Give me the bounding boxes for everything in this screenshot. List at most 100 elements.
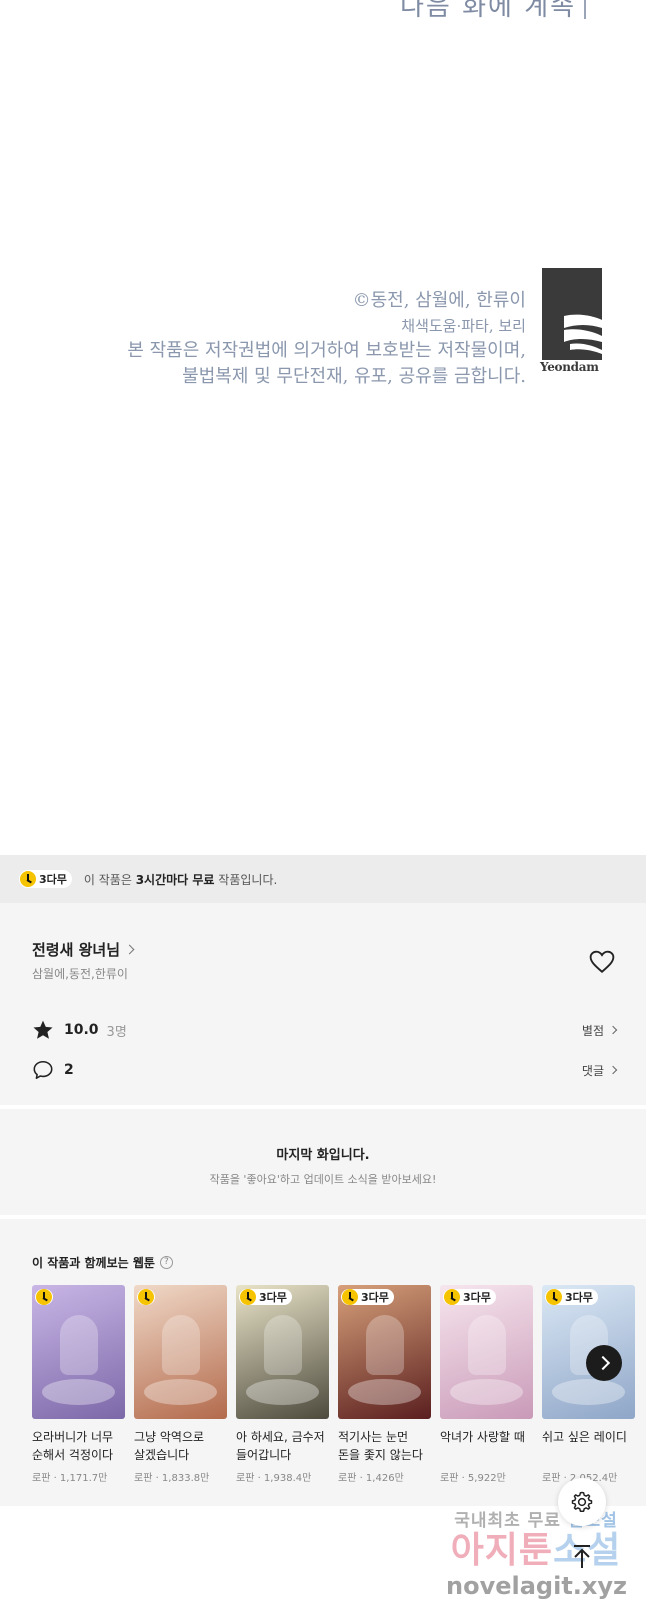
legal-notice-line2: 불법복제 및 무단전재, 유포, 공유를 금합니다. bbox=[182, 366, 526, 387]
recommendation-meta: 로판 · 1,171.7만 bbox=[32, 1473, 108, 1484]
comic-panel: 다음 화에 계속 ©동전, 삼월에, 한류이 채색도움·파타, 보리 본 작품은… bbox=[0, 0, 646, 855]
comment-count: 2 bbox=[64, 1062, 74, 1078]
work-title-link[interactable]: 전령새 왕녀님 bbox=[32, 939, 135, 960]
recommendation-card[interactable]: 그냥 악역으로 살겠습니다로판 · 1,833.8만 bbox=[134, 1285, 227, 1484]
rating-link-label[interactable]: 별점 bbox=[582, 1022, 604, 1039]
comment-row: 2 댓글 bbox=[32, 1057, 618, 1083]
comment-link[interactable]: 댓글 bbox=[582, 1062, 618, 1079]
cover-figure bbox=[162, 1315, 200, 1375]
chevron-right-icon bbox=[608, 1025, 618, 1035]
wait-free-badge bbox=[35, 1289, 53, 1305]
recommendation-title[interactable]: 오라버니가 너무 순해서 걱정이다 bbox=[32, 1428, 125, 1464]
cover-title-art bbox=[450, 1379, 523, 1405]
recommendation-thumbnail[interactable] bbox=[134, 1285, 227, 1419]
cover-title-art bbox=[552, 1379, 625, 1405]
cover-figure bbox=[264, 1315, 302, 1375]
carousel-next-button[interactable] bbox=[586, 1345, 622, 1381]
star-icon bbox=[33, 1020, 53, 1039]
cover-figure bbox=[468, 1315, 506, 1375]
clock-icon bbox=[342, 1289, 358, 1305]
recommendation-meta: 로판 · 1,833.8만 bbox=[134, 1473, 210, 1484]
comment-bubble-icon bbox=[33, 1060, 53, 1080]
recommendation-thumbnail[interactable]: 3다무 bbox=[338, 1285, 431, 1419]
last-episode-notice: 마지막 화입니다. 작품을 '좋아요'하고 업데이트 소식을 받아보세요! bbox=[0, 1109, 646, 1215]
cover-title-art bbox=[348, 1379, 421, 1405]
credits: ©동전, 삼월에, 한류이 채색도움·파타, 보리 본 작품은 저작권법에 의거… bbox=[127, 288, 526, 390]
heart-outline-icon[interactable] bbox=[589, 950, 615, 974]
publisher-logo: Yeondam bbox=[540, 268, 602, 378]
recommendation-thumbnail[interactable]: 3다무 bbox=[236, 1285, 329, 1419]
recommendation-card[interactable]: 3다무 쉬고 싶은 레이디 로판 · 2,052.4만 bbox=[542, 1285, 635, 1484]
gear-icon bbox=[571, 1491, 593, 1512]
wait-free-badge: 3다무 bbox=[341, 1289, 394, 1305]
recommendation-title[interactable]: 쉬고 싶은 레이디 bbox=[542, 1428, 635, 1464]
recommendation-meta: 로판 · 5,922만 bbox=[440, 1473, 506, 1484]
clock-icon bbox=[138, 1289, 154, 1305]
wait-free-badge bbox=[137, 1289, 155, 1305]
recommendation-thumbnail[interactable] bbox=[32, 1285, 125, 1419]
work-authors: 삼월에,동전,한류이 bbox=[32, 967, 128, 981]
rating-score: 10.0 bbox=[64, 1022, 99, 1038]
legal-notice-line1: 본 작품은 저작권법에 의거하여 보호받는 저작물이며, bbox=[127, 340, 526, 361]
cover-title-art bbox=[246, 1379, 319, 1405]
clock-icon bbox=[20, 871, 36, 887]
arrow-up-icon[interactable] bbox=[566, 1540, 598, 1572]
logo-mark bbox=[542, 268, 602, 360]
clock-icon bbox=[36, 1289, 52, 1305]
recommendation-card[interactable]: 3다무적기사는 눈먼 돈을 좇지 않는다로판 · 1,426만 bbox=[338, 1285, 431, 1484]
badge-label: 3다무 bbox=[361, 1291, 389, 1304]
watermark: 국내최초 무료 웹소설 아지툰소설 novelagit.xyz bbox=[446, 1506, 628, 1601]
recommendation-meta: 로판 · 1,938.4만 bbox=[236, 1473, 312, 1484]
banner-text-prefix: 이 작품은 bbox=[83, 872, 136, 887]
badge-label: 3다무 bbox=[39, 873, 67, 886]
recommendations-section: 이 작품과 함께보는 웹툰 ? 오라버니가 너무 순해서 걱정이다로판 · 1,… bbox=[0, 1219, 646, 1506]
work-title[interactable]: 전령새 왕녀님 bbox=[32, 939, 120, 960]
chevron-right-icon bbox=[124, 944, 135, 955]
wait-free-badge: 3다무 bbox=[19, 870, 72, 888]
badge-label: 3다무 bbox=[463, 1291, 491, 1304]
badge-label: 3다무 bbox=[565, 1291, 593, 1304]
recommendation-meta: 로판 · 1,426만 bbox=[338, 1473, 404, 1484]
cover-figure bbox=[60, 1315, 98, 1375]
watermark-line2: 아지툰소설 bbox=[446, 1531, 626, 1571]
recommendation-title[interactable]: 아 하세요, 금수저 들어갑니다 bbox=[236, 1428, 329, 1464]
cover-figure bbox=[366, 1315, 404, 1375]
badge-label: 3다무 bbox=[259, 1291, 287, 1304]
watermark-line2-a: 아지툰 bbox=[450, 1530, 554, 1571]
free-banner-text: 이 작품은 3시간마다 무료 작품입니다. bbox=[84, 871, 277, 888]
recommendation-title[interactable]: 적기사는 눈먼 돈을 좇지 않는다 bbox=[338, 1428, 431, 1464]
last-episode-heading: 마지막 화입니다. bbox=[276, 1148, 370, 1163]
coloring-credit: 채색도움·파타, 보리 bbox=[401, 317, 526, 335]
recommendation-title[interactable]: 악녀가 사랑할 때 bbox=[440, 1428, 533, 1464]
clock-icon bbox=[240, 1289, 256, 1305]
settings-button[interactable] bbox=[558, 1478, 606, 1526]
help-icon[interactable]: ? bbox=[159, 1256, 173, 1269]
free-banner: 3다무 이 작품은 3시간마다 무료 작품입니다. bbox=[0, 855, 646, 903]
rating-link[interactable]: 별점 bbox=[582, 1022, 618, 1039]
recommendation-card[interactable]: 오라버니가 너무 순해서 걱정이다로판 · 1,171.7만 bbox=[32, 1285, 125, 1484]
work-info-panel: 전령새 왕녀님 삼월에,동전,한류이 10.0 3명 별점 2 댓글 bbox=[0, 903, 646, 1105]
recommendation-title[interactable]: 그냥 악역으로 살겠습니다 bbox=[134, 1428, 227, 1464]
chevron-right-icon bbox=[608, 1065, 618, 1075]
caption-bar bbox=[584, 0, 587, 19]
cover-title-art bbox=[42, 1379, 115, 1405]
cover-title-art bbox=[144, 1379, 217, 1405]
recommendation-thumbnail[interactable]: 3다무 bbox=[440, 1285, 533, 1419]
logo-wordmark: Yeondam bbox=[540, 360, 599, 374]
comment-link-label[interactable]: 댓글 bbox=[582, 1062, 604, 1079]
rating-count: 3명 bbox=[106, 1024, 127, 1040]
recommendation-card[interactable]: 3다무악녀가 사랑할 때로판 · 5,922만 bbox=[440, 1285, 533, 1484]
banner-text-suffix: 작품입니다. bbox=[214, 872, 278, 887]
wait-free-badge: 3다무 bbox=[239, 1289, 292, 1305]
recommendation-card[interactable]: 3다무아 하세요, 금수저 들어갑니다로판 · 1,938.4만 bbox=[236, 1285, 329, 1484]
clock-icon bbox=[546, 1289, 562, 1305]
recommendation-list: 오라버니가 너무 순해서 걱정이다 로판 · 1,171.7만 그냥 악역으로 살겠… bbox=[32, 1285, 635, 1484]
next-episode-caption: 다음 화에 계속 bbox=[400, 0, 587, 23]
recommendations-title: 이 작품과 함께보는 웹툰 ? bbox=[32, 1254, 173, 1271]
recommendations-title-text: 이 작품과 함께보는 웹툰 bbox=[32, 1256, 155, 1270]
banner-text-bold: 3시간마다 무료 bbox=[135, 872, 215, 887]
clock-icon bbox=[444, 1289, 460, 1305]
next-episode-text: 다음 화에 계속 bbox=[400, 0, 577, 22]
watermark-line3: novelagit.xyz bbox=[446, 1572, 628, 1600]
copyright-text: ©동전, 삼월에, 한류이 bbox=[352, 290, 526, 311]
